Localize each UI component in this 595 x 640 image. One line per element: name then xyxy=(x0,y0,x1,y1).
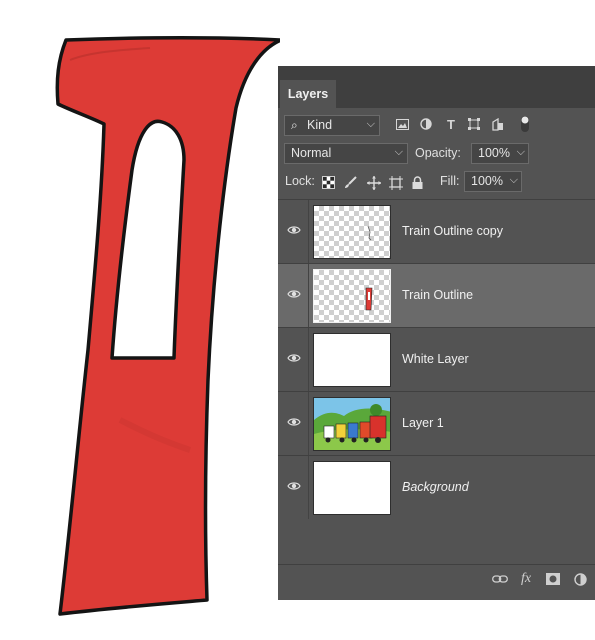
filter-kind-label: Kind xyxy=(307,118,333,132)
lock-position-icon[interactable] xyxy=(366,175,381,190)
adjustment-layer-icon[interactable] xyxy=(574,571,587,587)
adjustment-filter-icon[interactable] xyxy=(419,117,433,131)
visibility-eye-icon[interactable] xyxy=(286,480,302,492)
row-divider xyxy=(308,328,309,391)
layer-thumbnail xyxy=(313,333,391,387)
lock-fill-row: Lock: Fill: 100% ⌵ xyxy=(278,170,595,194)
layer-name[interactable]: Train Outline xyxy=(402,288,473,302)
opacity-label: Opacity: xyxy=(415,146,461,160)
smart-object-filter-icon[interactable] xyxy=(491,117,505,131)
fill-value: 100% xyxy=(471,174,503,188)
lock-artboard-icon[interactable] xyxy=(388,175,403,190)
layer-name[interactable]: White Layer xyxy=(402,352,469,366)
layer-name[interactable]: Layer 1 xyxy=(402,416,444,430)
layer-mask-icon[interactable] xyxy=(546,571,560,587)
chevron-down-icon[interactable]: ⌵ xyxy=(510,171,518,190)
lock-image-pixels-icon[interactable] xyxy=(343,175,358,190)
layer-row[interactable]: Train Outline copy xyxy=(278,199,595,263)
fill-field[interactable]: 100% ⌵ xyxy=(464,171,522,192)
layer-name[interactable]: Train Outline copy xyxy=(402,224,503,238)
layer-thumbnail xyxy=(313,397,391,451)
layer-thumbnail xyxy=(313,269,391,323)
type-filter-icon[interactable]: T xyxy=(444,117,458,132)
chevron-down-icon: ⌵ xyxy=(394,146,403,158)
fill-label: Fill: xyxy=(440,174,460,188)
layer-row[interactable]: Layer 1 xyxy=(278,391,595,455)
blend-mode-value: Normal xyxy=(291,146,332,160)
layer-filter-row: ⌕ Kind ⌵ T xyxy=(278,114,595,138)
visibility-eye-icon[interactable] xyxy=(286,288,302,300)
search-icon: ⌕ xyxy=(291,118,298,132)
layers-panel: Layers ⌕ Kind ⌵ T Normal ⌵ Opacity: 100%… xyxy=(278,66,595,600)
lock-all-icon[interactable] xyxy=(410,175,425,190)
lock-transparent-pixels-icon[interactable] xyxy=(321,175,336,190)
layer-thumbnail xyxy=(313,205,391,259)
filter-toggle-icon[interactable] xyxy=(518,116,532,132)
canvas-red-shape xyxy=(55,35,280,616)
blend-mode-dropdown[interactable]: Normal ⌵ xyxy=(284,143,408,164)
layer-thumbnail xyxy=(313,461,391,515)
layer-row[interactable]: White Layer xyxy=(278,327,595,391)
image-filter-icon[interactable] xyxy=(395,117,409,131)
layer-style-fx-icon[interactable]: fx xyxy=(521,571,531,587)
chevron-down-icon: ⌵ xyxy=(366,118,375,130)
visibility-eye-icon[interactable] xyxy=(286,224,302,236)
panel-tab-bar: Layers xyxy=(278,66,595,108)
tab-layers[interactable]: Layers xyxy=(280,80,336,108)
layer-name[interactable]: Background xyxy=(402,480,469,494)
row-divider xyxy=(308,264,309,327)
shape-filter-icon[interactable] xyxy=(467,117,481,131)
layer-row[interactable]: Train Outline xyxy=(278,263,595,327)
filter-kind-dropdown[interactable]: ⌕ Kind ⌵ xyxy=(284,115,380,136)
blend-opacity-row: Normal ⌵ Opacity: 100% ⌵ xyxy=(278,142,595,166)
opacity-field[interactable]: 100% ⌵ xyxy=(471,143,529,164)
row-divider xyxy=(308,200,309,263)
row-divider xyxy=(308,456,309,519)
layer-row[interactable]: Background xyxy=(278,455,595,519)
opacity-value: 100% xyxy=(478,146,510,160)
visibility-eye-icon[interactable] xyxy=(286,352,302,364)
visibility-eye-icon[interactable] xyxy=(286,416,302,428)
link-layers-icon[interactable] xyxy=(492,571,508,587)
row-divider xyxy=(308,392,309,455)
lock-label: Lock: xyxy=(285,174,315,188)
chevron-down-icon[interactable]: ⌵ xyxy=(517,143,525,162)
layers-bottom-toolbar: fx xyxy=(278,564,595,593)
